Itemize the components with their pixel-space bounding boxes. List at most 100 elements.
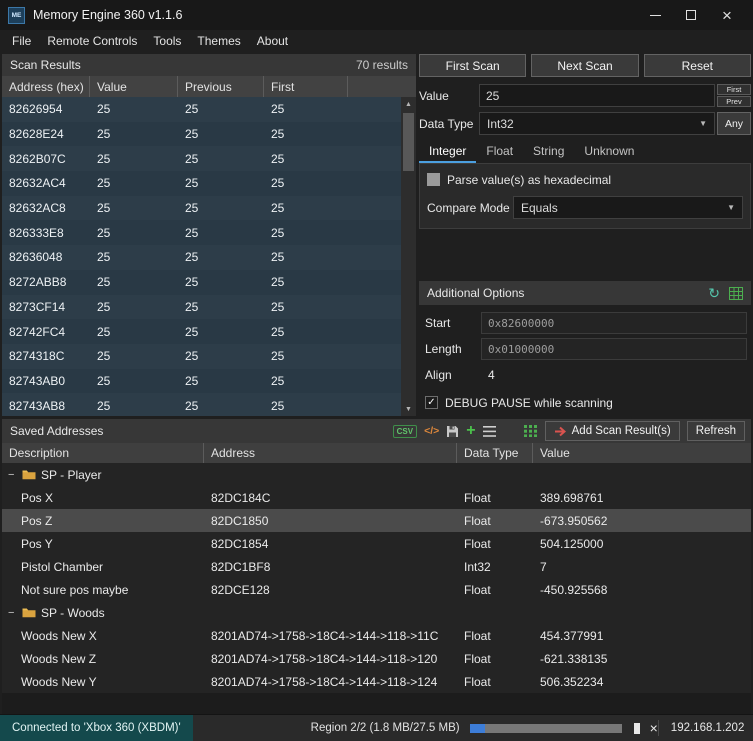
- saved-cell-datatype: [457, 601, 533, 624]
- scrollbar-thumb[interactable]: [403, 113, 414, 171]
- scan-cell-filler: [348, 196, 401, 221]
- menu-item-file[interactable]: File: [4, 32, 39, 50]
- maximize-button[interactable]: [673, 3, 709, 27]
- scrollbar-up-icon[interactable]: ▲: [401, 97, 416, 111]
- menu-item-tools[interactable]: Tools: [145, 32, 189, 50]
- scan-option-checkbox-scan-memory-pages[interactable]: ✓Scan Memory Pages: [425, 415, 747, 416]
- data-type-dropdown[interactable]: Int32 ▼: [479, 112, 715, 135]
- saved-address-row[interactable]: Not sure pos maybe82DCE128Float-450.9255…: [2, 578, 751, 601]
- pause-icon[interactable]: [634, 723, 640, 734]
- refresh-button[interactable]: Refresh: [687, 421, 745, 441]
- saved-cell-description: Woods New X: [2, 624, 204, 647]
- scan-column-header-first[interactable]: First: [264, 76, 348, 97]
- menu-item-themes[interactable]: Themes: [189, 32, 248, 50]
- refresh-range-icon[interactable]: ↻: [708, 286, 720, 300]
- first-scan-button[interactable]: First Scan: [419, 54, 526, 77]
- scan-cell-value: 25: [90, 295, 178, 320]
- scan-result-row[interactable]: 8272ABB8252525: [2, 270, 401, 295]
- scan-result-row[interactable]: 8273CF14252525: [2, 295, 401, 320]
- parse-hex-checkbox[interactable]: Parse value(s) as hexadecimal: [427, 169, 743, 190]
- scan-results-body: 8262695425252582628E242525258262B07C2525…: [2, 97, 416, 416]
- saved-group-row[interactable]: −SP - Player: [2, 463, 751, 486]
- next-scan-button[interactable]: Next Scan: [531, 54, 638, 77]
- saved-address-row[interactable]: Woods New X8201AD74->1758->18C4->144->11…: [2, 624, 751, 647]
- tab-unknown[interactable]: Unknown: [574, 141, 644, 163]
- collapse-icon[interactable]: −: [8, 607, 17, 619]
- scan-result-row[interactable]: 8262B07C252525: [2, 146, 401, 171]
- saved-column-header-address[interactable]: Address: [204, 443, 457, 463]
- scan-result-row[interactable]: 8274318C252525: [2, 344, 401, 369]
- scan-result-row[interactable]: 82636048252525: [2, 245, 401, 270]
- saved-cell-description: Pistol Chamber: [2, 555, 204, 578]
- saved-column-header-value[interactable]: Value: [533, 443, 751, 463]
- scan-cell-address: 8274318C: [2, 344, 90, 369]
- saved-cell-address: 82DCE128: [204, 578, 457, 601]
- group-list-button[interactable]: [483, 422, 496, 440]
- saved-column-header-data-type[interactable]: Data Type: [457, 443, 533, 463]
- integer-tab-content: Parse value(s) as hexadecimal Compare Mo…: [419, 163, 751, 229]
- menu-item-about[interactable]: About: [249, 32, 296, 50]
- export-csv-button[interactable]: CSV: [393, 425, 417, 438]
- saved-cell-description: Woods New Y: [2, 670, 204, 693]
- tab-string[interactable]: String: [523, 141, 574, 163]
- saved-address-row[interactable]: Woods New Z8201AD74->1758->18C4->144->11…: [2, 647, 751, 670]
- additional-options-title: Additional Options: [427, 286, 524, 300]
- scan-result-row[interactable]: 82628E24252525: [2, 122, 401, 147]
- compare-mode-dropdown[interactable]: Equals ▼: [513, 196, 743, 219]
- scan-column-header-address-hex[interactable]: Address (hex): [2, 76, 90, 97]
- scan-cell-first: 25: [264, 171, 348, 196]
- add-entry-button[interactable]: +: [466, 423, 475, 439]
- scan-option-checkbox-debug-pause-while-scanning[interactable]: ✓DEBUG PAUSE while scanning: [425, 392, 747, 413]
- save-button[interactable]: [446, 422, 459, 440]
- saved-group-row[interactable]: −SP - Woods: [2, 601, 751, 624]
- export-code-button[interactable]: </>: [424, 425, 439, 437]
- scrollbar-down-icon[interactable]: ▼: [401, 402, 416, 416]
- memory-grid-button[interactable]: [524, 422, 538, 440]
- saved-address-row[interactable]: Woods New Y8201AD74->1758->18C4->144->11…: [2, 670, 751, 693]
- value-input[interactable]: [479, 84, 715, 107]
- minimize-button[interactable]: [637, 3, 673, 27]
- saved-column-header-description[interactable]: Description: [2, 443, 204, 463]
- saved-address-row[interactable]: Pos Y82DC1854Float504.125000: [2, 532, 751, 555]
- scan-results-scrollbar[interactable]: ▲ ▼: [401, 97, 416, 416]
- scan-results-count: 70 results: [356, 58, 408, 72]
- scan-cell-filler: [348, 319, 401, 344]
- close-button[interactable]: ×: [709, 3, 745, 27]
- cancel-icon[interactable]: ×: [650, 721, 658, 735]
- add-scan-results-button[interactable]: Add Scan Result(s): [545, 421, 680, 441]
- menu-item-remote-controls[interactable]: Remote Controls: [39, 32, 145, 50]
- scan-cell-value: 25: [90, 319, 178, 344]
- saved-cell-description: Not sure pos maybe: [2, 578, 204, 601]
- scan-result-row[interactable]: 826333E8252525: [2, 220, 401, 245]
- first-value-toggle[interactable]: First: [717, 84, 751, 95]
- scan-result-row[interactable]: 82742FC4252525: [2, 319, 401, 344]
- scan-result-row[interactable]: 82632AC4252525: [2, 171, 401, 196]
- tab-float[interactable]: Float: [476, 141, 523, 163]
- length-input[interactable]: 0x01000000: [481, 338, 747, 360]
- prev-value-toggle[interactable]: Prev: [717, 96, 751, 107]
- saved-cell-value: 7: [533, 555, 751, 578]
- scan-cell-value: 25: [90, 171, 178, 196]
- scan-column-header-value[interactable]: Value: [90, 76, 178, 97]
- reset-button[interactable]: Reset: [644, 54, 751, 77]
- memory-regions-icon[interactable]: [729, 284, 743, 302]
- scan-cell-first: 25: [264, 270, 348, 295]
- scan-result-row[interactable]: 82743AB8252525: [2, 393, 401, 416]
- scan-result-row[interactable]: 82626954252525: [2, 97, 401, 122]
- start-input[interactable]: 0x82600000: [481, 312, 747, 334]
- saved-address-row[interactable]: Pos Z82DC1850Float-673.950562: [2, 509, 751, 532]
- scrollbar-track[interactable]: [401, 111, 416, 402]
- collapse-icon[interactable]: −: [8, 469, 17, 481]
- saved-cell-address: [204, 601, 457, 624]
- saved-address-row[interactable]: Pistol Chamber82DC1BF8Int327: [2, 555, 751, 578]
- scan-column-header-previous[interactable]: Previous: [178, 76, 264, 97]
- scan-cell-address: 8273CF14: [2, 295, 90, 320]
- any-type-button[interactable]: Any: [717, 112, 751, 135]
- align-input[interactable]: 4: [481, 368, 495, 382]
- saved-addresses-panel: Saved Addresses CSV </> + Add Scan Resul…: [2, 419, 751, 714]
- saved-cell-address: 82DC1854: [204, 532, 457, 555]
- scan-result-row[interactable]: 82632AC8252525: [2, 196, 401, 221]
- saved-address-row[interactable]: Pos X82DC184CFloat389.698761: [2, 486, 751, 509]
- tab-integer[interactable]: Integer: [419, 141, 476, 163]
- scan-result-row[interactable]: 82743AB0252525: [2, 369, 401, 394]
